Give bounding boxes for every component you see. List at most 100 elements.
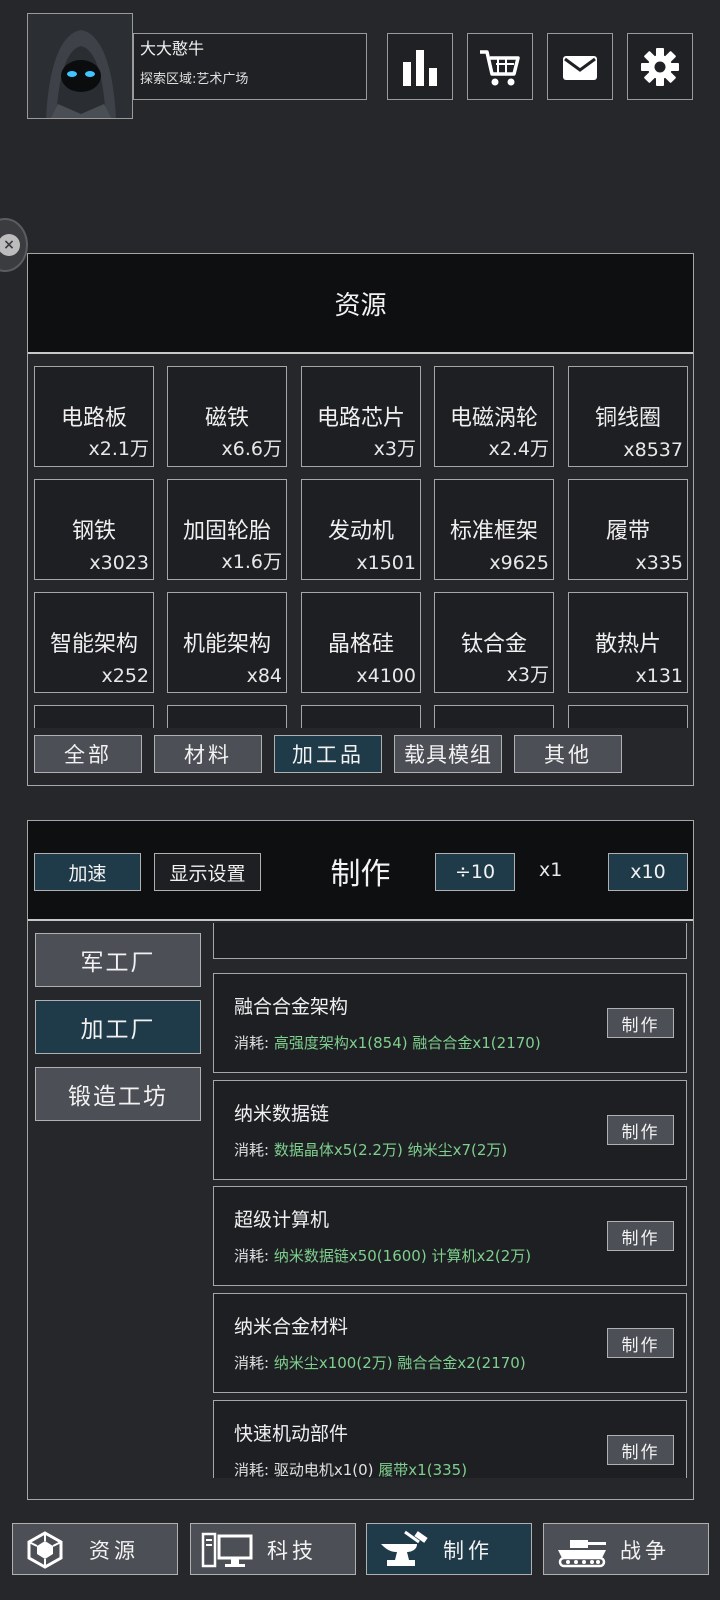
resource-name: 履带 xyxy=(605,519,650,544)
nav-tech[interactable]: 科技 xyxy=(190,1523,356,1575)
resource-count: x131 xyxy=(635,665,683,687)
resource-item[interactable]: 散热片 x131 xyxy=(568,592,688,693)
resource-grid[interactable]: 电路板 x2.1万 磁铁 x6.6万 电路芯片 x3万 电磁涡轮 x2.4万 铜线圈 x8… xyxy=(34,366,688,728)
resource-item-partial[interactable] xyxy=(34,705,154,728)
gear-icon xyxy=(641,47,679,86)
resource-name: 散热片 xyxy=(594,632,661,657)
make-button[interactable]: 制作 xyxy=(607,1328,674,1358)
recipe-name: 纳米数据链 xyxy=(234,1103,330,1125)
resource-item[interactable]: 晶格硅 x4100 xyxy=(301,592,421,693)
resource-count: x3023 xyxy=(89,552,149,574)
recipe-cost: 消耗: 驱动电机x1(0) 履带x1(335) xyxy=(234,1459,467,1478)
resource-item[interactable]: 机能架构 x84 xyxy=(167,592,287,693)
cost-item: 融合合金x1(2170) xyxy=(412,1034,541,1052)
cost-prefix: 消耗: xyxy=(234,1354,270,1372)
resource-count: x6.6万 xyxy=(221,438,282,460)
resource-name: 电路板 xyxy=(60,406,127,431)
cost-item: 纳米尘x100(2万) xyxy=(273,1354,393,1372)
resource-count: x252 xyxy=(101,665,149,687)
resource-count: x335 xyxy=(635,552,683,574)
resource-count: x2.1万 xyxy=(88,438,149,460)
recipe-name: 快速机动部件 xyxy=(234,1423,349,1445)
resource-name: 发动机 xyxy=(327,519,394,544)
resource-item-partial[interactable] xyxy=(434,705,554,728)
resource-item[interactable]: 钛合金 x3万 xyxy=(434,592,554,693)
resource-count: x1.6万 xyxy=(221,551,282,573)
resource-name: 加固轮胎 xyxy=(182,519,271,544)
resource-item-partial[interactable] xyxy=(301,705,421,728)
make-button[interactable]: 制作 xyxy=(607,1435,674,1465)
cost-item: 纳米数据链x50(1600) xyxy=(273,1247,427,1265)
explore-area: 探索区域:艺术广场 xyxy=(140,72,249,87)
resource-item[interactable]: 加固轮胎 x1.6万 xyxy=(167,479,287,580)
resource-name: 磁铁 xyxy=(204,406,249,431)
cost-item: 纳米尘x7(2万) xyxy=(407,1141,508,1159)
resource-item[interactable]: 电磁涡轮 x2.4万 xyxy=(434,366,554,467)
resource-name: 钛合金 xyxy=(460,632,527,657)
filter-all[interactable]: 全部 xyxy=(34,735,142,773)
close-icon: × xyxy=(0,234,20,256)
multiply-10-button[interactable]: x10 xyxy=(608,853,688,891)
stats-button[interactable] xyxy=(387,33,453,100)
resource-item[interactable]: 标准框架 x9625 xyxy=(434,479,554,580)
recipe-name: 超级计算机 xyxy=(234,1209,330,1231)
make-button[interactable]: 制作 xyxy=(607,1115,674,1145)
player-avatar[interactable] xyxy=(27,13,133,119)
nav-craft[interactable]: 制作 xyxy=(366,1523,532,1575)
nav-war[interactable]: 战争 xyxy=(543,1523,709,1575)
factory-tab-military[interactable]: 军工厂 xyxy=(35,933,201,987)
resource-item[interactable]: 履带 x335 xyxy=(568,479,688,580)
resource-name: 钢铁 xyxy=(71,519,116,544)
resource-count: x8537 xyxy=(623,439,683,461)
recipe-cost: 消耗: 纳米数据链x50(1600) 计算机x2(2万) xyxy=(234,1245,531,1266)
shop-button[interactable] xyxy=(467,33,533,100)
resource-item[interactable]: 电路芯片 x3万 xyxy=(301,366,421,467)
side-drawer-handle[interactable]: × xyxy=(0,218,28,272)
recipe-card: 融合合金架构 消耗: 高强度架构x1(854) 融合合金x1(2170) 制作 xyxy=(213,973,687,1073)
anvil-icon xyxy=(381,1530,428,1566)
craft-title: 制作 xyxy=(330,857,391,892)
resource-name: 标准框架 xyxy=(449,519,538,544)
cost-prefix: 消耗: xyxy=(234,1034,270,1052)
resource-count: x1501 xyxy=(356,552,416,574)
cost-prefix: 消耗: xyxy=(234,1141,270,1159)
divide-10-button[interactable]: ÷10 xyxy=(435,853,515,891)
recipe-list[interactable]: 融合合金架构 消耗: 高强度架构x1(854) 融合合金x1(2170) 制作 … xyxy=(213,923,687,1478)
resource-count: x4100 xyxy=(356,665,416,687)
resource-name: 电磁涡轮 xyxy=(449,406,538,431)
settings-button[interactable] xyxy=(627,33,693,100)
factory-tab-forge[interactable]: 锻造工坊 xyxy=(35,1067,201,1121)
filter-vehicle-modules[interactable]: 载具模组 xyxy=(394,735,502,773)
recipe-cost: 消耗: 纳米尘x100(2万) 融合合金x2(2170) xyxy=(234,1352,526,1373)
resource-filter-tabs: 全部 材料 加工品 载具模组 其他 xyxy=(34,735,674,773)
resource-item[interactable]: 铜线圈 x8537 xyxy=(568,366,688,467)
filter-materials[interactable]: 材料 xyxy=(154,735,262,773)
craft-panel: 加速 显示设置 制作 ÷10 x1 x10 军工厂 加工厂 锻造工坊 融合合金架… xyxy=(27,820,694,1500)
filter-other[interactable]: 其他 xyxy=(514,735,622,773)
resource-name: 智能架构 xyxy=(49,632,138,657)
factory-tab-processing[interactable]: 加工厂 xyxy=(35,1000,201,1054)
recipe-cost: 消耗: 高强度架构x1(854) 融合合金x1(2170) xyxy=(234,1032,541,1053)
resource-item[interactable]: 电路板 x2.1万 xyxy=(34,366,154,467)
recipe-cost: 消耗: 数据晶体x5(2.2万) 纳米尘x7(2万) xyxy=(234,1139,507,1160)
resource-item-partial[interactable] xyxy=(167,705,287,728)
mail-button[interactable] xyxy=(547,33,613,100)
make-button[interactable]: 制作 xyxy=(607,1221,674,1251)
cost-item: 融合合金x2(2170) xyxy=(397,1354,526,1372)
resource-item[interactable]: 磁铁 x6.6万 xyxy=(167,366,287,467)
filter-processed[interactable]: 加工品 xyxy=(274,735,382,773)
resource-item-partial[interactable] xyxy=(568,705,688,728)
username: 大大憨牛 xyxy=(140,39,205,58)
resource-item[interactable]: 钢铁 x3023 xyxy=(34,479,154,580)
resource-name: 机能架构 xyxy=(182,632,271,657)
multiplier-value: x1 xyxy=(539,859,563,881)
recipe-name: 纳米合金材料 xyxy=(234,1316,349,1338)
computer-icon xyxy=(201,1532,253,1568)
make-button[interactable]: 制作 xyxy=(607,1008,674,1038)
resource-item[interactable]: 发动机 x1501 xyxy=(301,479,421,580)
nav-label: 战争 xyxy=(620,1539,670,1563)
resources-panel: 资源 电路板 x2.1万 磁铁 x6.6万 电路芯片 x3万 电磁涡轮 x2.4万 铜线… xyxy=(27,253,694,786)
resource-item[interactable]: 智能架构 x252 xyxy=(34,592,154,693)
nav-resources[interactable]: 资源 xyxy=(12,1523,178,1575)
cost-item: 高强度架构x1(854) xyxy=(273,1034,408,1052)
